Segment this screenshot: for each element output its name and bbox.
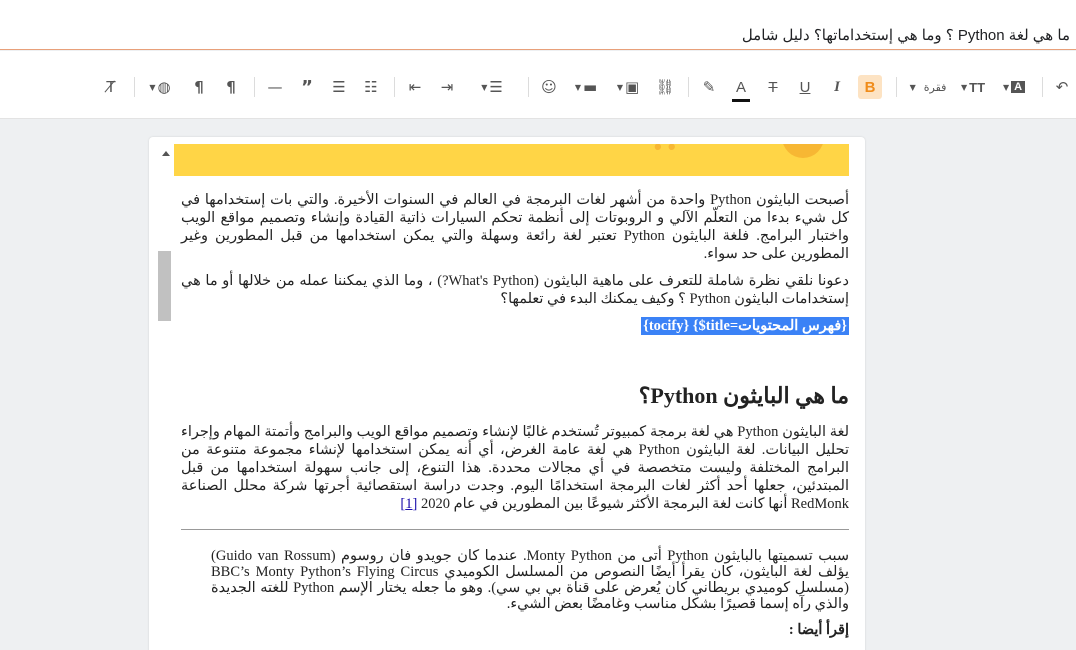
chevron-down-icon: ▼ — [574, 82, 581, 92]
font-family-button[interactable]: ▼ A — [998, 75, 1030, 99]
ltr-icon[interactable]: ¶ — [188, 75, 210, 99]
outdent-icon[interactable]: ⇤ — [404, 75, 426, 99]
section-heading: ما هي البايثون Python؟ — [638, 383, 849, 408]
underline-button[interactable]: U — [794, 75, 816, 99]
clear-format-icon[interactable]: T̸ — [100, 75, 122, 99]
text-size-button[interactable]: ▼ TT — [956, 75, 990, 99]
toc-shortcode-selection[interactable]: {tocify} {$title=فهرس المحتويات} — [641, 317, 849, 335]
bullet-list-icon[interactable]: ☰ — [328, 75, 350, 99]
chevron-down-icon: ▼ — [909, 82, 916, 92]
chevron-down-icon: ▼ — [481, 82, 488, 92]
language-button[interactable]: ▼ ◍ — [144, 75, 176, 99]
title-bar: ما هي لغة Python ؟ وما هي إستخداماتها؟ د… — [0, 0, 1076, 50]
align-icon: ☰ — [489, 78, 503, 96]
undo-icon[interactable]: ↶ — [1052, 75, 1072, 99]
post-header-image: • • — [174, 144, 849, 176]
paragraph-format-dropdown[interactable]: ▼ فقرة — [906, 75, 950, 99]
font-family-icon: A — [1011, 81, 1026, 93]
banner-decoration: • • — [654, 144, 676, 159]
toolbar-divider — [528, 77, 529, 97]
emoji-icon[interactable]: ☺ — [538, 75, 560, 99]
toc-shortcode-line: {tocify} {$title=فهرس المحتويات} — [181, 317, 849, 335]
section-paragraph: لغة البايثون Python هي لغة برمجة كمبيوتر… — [181, 423, 849, 513]
toolbar-divider — [896, 77, 897, 97]
toolbar-divider — [394, 77, 395, 97]
toolbar-divider — [1042, 77, 1043, 97]
toolbar-divider — [254, 77, 255, 97]
italic-button[interactable]: I — [826, 75, 848, 99]
text-size-icon: TT — [969, 79, 986, 95]
indent-icon[interactable]: ⇥ — [436, 75, 458, 99]
divider-line — [181, 529, 849, 530]
section-paragraph-text: لغة البايثون Python هي لغة برمجة كمبيوتر… — [181, 424, 849, 512]
rtl-icon[interactable]: ¶ — [220, 75, 242, 99]
numbered-list-icon[interactable]: ☷ — [360, 75, 382, 99]
image-button[interactable]: ▼ ▣ — [612, 75, 644, 99]
chevron-down-icon: ▼ — [960, 82, 968, 92]
post-body[interactable]: أصبحت البايثون Python واحدة من أشهر لغات… — [181, 191, 849, 648]
toolbar-divider — [688, 77, 689, 97]
toolbar-divider — [134, 77, 135, 97]
image-icon: ▣ — [624, 78, 640, 96]
python-logo-graphic — [782, 144, 824, 158]
scroll-up-arrow-icon[interactable] — [162, 151, 170, 156]
chevron-down-icon: ▼ — [149, 82, 156, 92]
chevron-down-icon: ▼ — [616, 82, 623, 92]
reference-link[interactable]: [1] — [400, 496, 417, 512]
text-color-icon: A — [735, 78, 746, 96]
quote-icon[interactable]: ” — [296, 75, 318, 99]
editor-toolbar: ↶ ▼ A ▼ TT ▼ فقرة B I U T A ✎ ⛓ ▼ ▣ ▼ ▬ … — [0, 51, 1076, 119]
post-title-input[interactable]: ما هي لغة Python ؟ وما هي إستخداماتها؟ د… — [742, 26, 1070, 44]
language-icon: ◍ — [157, 78, 171, 96]
highlight-icon[interactable]: ✎ — [698, 75, 720, 99]
editor-page[interactable]: • • أصبحت البايثون Python واحدة من أشهر … — [149, 137, 865, 650]
align-button[interactable]: ▼ ☰ — [476, 75, 508, 99]
paragraph-format-label: فقرة — [923, 80, 947, 94]
read-also-label: إقرأ أيضا : — [788, 622, 849, 638]
horizontal-line-icon[interactable]: — — [264, 75, 286, 99]
video-button[interactable]: ▼ ▬ — [570, 75, 602, 99]
strikethrough-button[interactable]: T — [762, 75, 784, 99]
scrollbar-thumb[interactable] — [158, 251, 171, 321]
footnote-paragraph: سبب تسميتها بالبايثون Python أتى من Mont… — [211, 548, 849, 612]
text-color-button[interactable]: A — [730, 75, 752, 102]
intro-paragraph: أصبحت البايثون Python واحدة من أشهر لغات… — [181, 192, 850, 262]
chevron-down-icon: ▼ — [1002, 82, 1010, 92]
bold-button[interactable]: B — [858, 75, 882, 99]
link-icon[interactable]: ⛓ — [654, 75, 676, 99]
video-icon: ▬ — [582, 78, 598, 96]
intro-paragraph-2: دعونا نلقي نظرة شاملة للتعرف على ماهية ا… — [181, 273, 849, 307]
